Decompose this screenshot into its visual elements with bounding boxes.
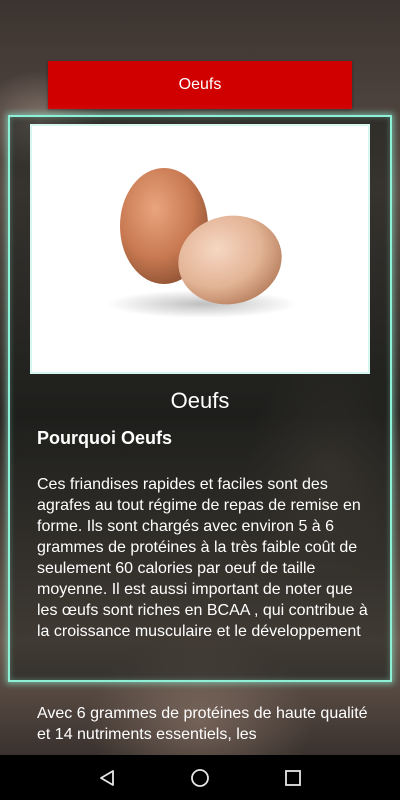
recents-square-icon[interactable] [278, 763, 308, 793]
item-title: Oeufs [170, 388, 230, 413]
section-subtitle: Pourquoi Oeufs [37, 428, 172, 448]
egg-photo [30, 124, 370, 374]
description-paragraph-2: Avec 6 grammes de protéines de haute qua… [37, 705, 368, 743]
home-circle-icon[interactable] [185, 763, 215, 793]
description-paragraph: Ces friandises rapides et faciles sont d… [37, 476, 368, 640]
category-title-button[interactable]: Oeufs [48, 61, 352, 109]
system-navigation-bar [0, 755, 400, 800]
back-triangle-icon[interactable] [92, 763, 122, 793]
